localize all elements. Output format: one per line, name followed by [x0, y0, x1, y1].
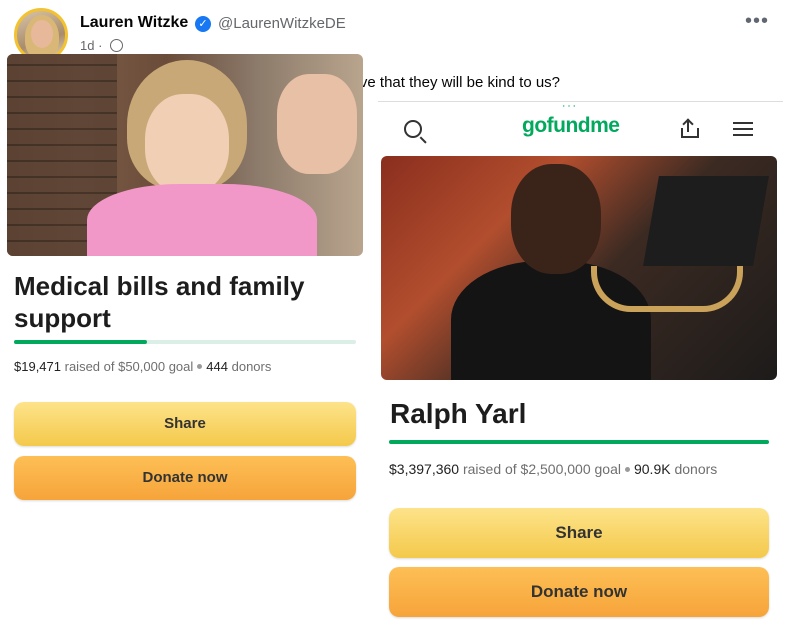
progress-fill-left — [14, 340, 148, 344]
raised-text-right: raised of $2,500,000 goal — [462, 461, 621, 477]
post-meta: 1d · — [80, 38, 124, 53]
gofundme-topbar: ˙˙˙gofundme — [378, 102, 783, 154]
gofundme-logo[interactable]: ˙˙˙gofundme — [522, 105, 620, 138]
donor-label-left: donors — [231, 359, 272, 374]
campaign-title-right: Ralph Yarl — [390, 398, 527, 429]
donor-count-right: 90.9K — [633, 461, 671, 477]
raised-amount-right: $3,397,360 — [389, 461, 460, 477]
upload-share-icon[interactable] — [681, 118, 699, 138]
verified-badge-icon: ✓ — [195, 16, 211, 32]
campaign-photo-left — [7, 54, 363, 256]
campaign-stats-right: $3,397,360 raised of $2,500,000 goal 90.9… — [389, 461, 717, 477]
share-button-left[interactable]: Share — [14, 402, 356, 446]
progress-bar-left — [14, 340, 356, 344]
raised-text-left: raised of $50,000 goal — [64, 359, 194, 374]
search-icon[interactable] — [404, 120, 422, 138]
progress-bar-right — [389, 440, 769, 444]
share-button-right[interactable]: Share — [389, 508, 769, 558]
progress-fill-right — [389, 440, 769, 444]
campaign-stats-left: $19,471 raised of $50,000 goal 444 donors — [14, 359, 271, 374]
raised-amount-left: $19,471 — [14, 359, 61, 374]
more-options-icon[interactable]: ••• — [745, 10, 769, 33]
campaign-photo-right — [381, 156, 777, 380]
author-handle[interactable]: @LaurenWitzkeDE — [218, 15, 346, 32]
post-time[interactable]: 1d — [80, 38, 94, 53]
donor-count-left: 444 — [206, 359, 228, 374]
menu-icon[interactable] — [733, 122, 753, 136]
author-name[interactable]: Lauren Witzke — [80, 14, 188, 32]
donate-button-left[interactable]: Donate now — [14, 456, 356, 500]
donate-button-right[interactable]: Donate now — [389, 567, 769, 617]
donor-label-right: donors — [674, 461, 718, 477]
globe-icon — [110, 39, 124, 52]
campaign-title-left: Medical bills and family support — [14, 271, 305, 333]
